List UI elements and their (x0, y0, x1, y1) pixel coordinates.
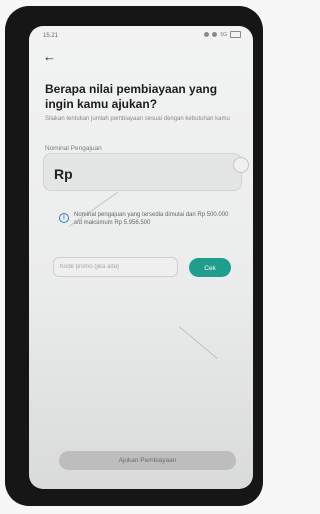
status-time: 15.21 (43, 33, 59, 39)
back-arrow-icon[interactable]: ← (43, 50, 59, 64)
radio-circle-icon[interactable] (233, 157, 249, 173)
status-icons: 5G (204, 31, 241, 38)
amount-label: Nominal Pengajuan (45, 145, 102, 152)
amount-input[interactable]: Rp (43, 153, 249, 191)
page-title: Berapa nilai pembiayaan yang ingin kamu … (45, 82, 218, 111)
phone-frame: 15.21 5G ← Berapa nilai pembiayaan yang … (5, 6, 263, 506)
network-label: 5G (220, 31, 227, 38)
battery-icon (230, 31, 241, 38)
check-promo-button[interactable]: Cek (189, 258, 231, 277)
info-icon: i (59, 213, 69, 223)
submit-financing-button[interactable]: Ajukan Pembiayaan (59, 451, 236, 470)
app-screen: 15.21 5G ← Berapa nilai pembiayaan yang … (29, 26, 253, 489)
info-text: Nominal pengajuan yang tersedia dimulai … (74, 212, 229, 226)
screen-crack-decoration (178, 326, 218, 360)
wifi-icon (212, 32, 218, 37)
status-bar: 15.21 5G (29, 26, 253, 42)
signal-icon (204, 32, 210, 37)
currency-prefix: Rp (54, 166, 73, 182)
promo-code-input[interactable] (53, 257, 178, 277)
page-subtitle: Silakan tentukan jumlah pembiayaan sesua… (45, 116, 230, 122)
